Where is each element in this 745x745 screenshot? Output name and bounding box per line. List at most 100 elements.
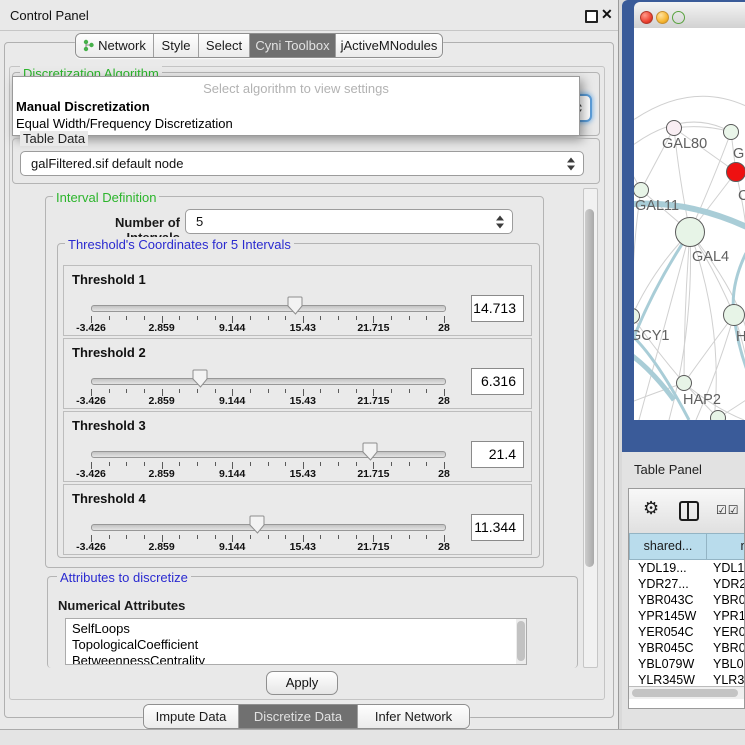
slider-tick-label: 28 xyxy=(438,395,450,407)
network-node[interactable] xyxy=(666,120,682,136)
table-cell: YDL19... xyxy=(638,560,687,576)
close-icon[interactable]: ✕ xyxy=(601,6,613,23)
network-node-label: GCY1 xyxy=(634,328,670,344)
horizontal-scrollbar[interactable] xyxy=(629,686,744,699)
attribute-list-item[interactable]: SelfLoops xyxy=(72,621,526,637)
table-row[interactable]: YER054CYER0 xyxy=(629,624,745,640)
threshold-value-field[interactable]: 6.316 xyxy=(471,368,524,395)
column-header-name[interactable]: n xyxy=(706,533,745,560)
table-row[interactable]: YBL079WYBL0 xyxy=(629,656,745,672)
slider-tick xyxy=(179,316,180,320)
control-panel-window: Control Panel ✕ Network Style Select Cyn… xyxy=(0,0,619,729)
interval-definition-title: Interval Definition xyxy=(53,190,159,205)
gear-icon[interactable]: ⚙ xyxy=(643,498,659,519)
dropdown-hint-item[interactable]: Select algorithm to view settings xyxy=(13,81,579,96)
dropdown-option-manual[interactable]: Manual Discretization xyxy=(16,99,150,114)
network-node-label: H xyxy=(736,329,745,345)
tab-cyni-toolbox[interactable]: Cyni Toolbox xyxy=(250,34,336,57)
network-node[interactable] xyxy=(710,410,726,420)
tab-network[interactable]: Network xyxy=(76,34,154,57)
slider-tick xyxy=(285,462,286,466)
slider-tick xyxy=(109,389,110,393)
slider-tick-label: 21.715 xyxy=(357,322,389,334)
slider-tick xyxy=(320,535,321,539)
slider-tick-label: 15.43 xyxy=(290,541,316,553)
dropdown-option-equal-width[interactable]: Equal Width/Frequency Discretization xyxy=(16,116,233,131)
network-node[interactable] xyxy=(723,304,745,326)
slider-tick xyxy=(215,316,216,320)
number-of-intervals-combobox[interactable]: 5 xyxy=(185,209,513,234)
table-toolbar: ⚙ ☑☑ xyxy=(629,489,744,534)
slider-tick-label: 21.715 xyxy=(357,395,389,407)
network-node[interactable] xyxy=(676,375,692,391)
table-row[interactable]: YDR27...YDR2 xyxy=(629,576,745,592)
vertical-scrollbar[interactable] xyxy=(583,188,598,668)
tab-infer-network[interactable]: Infer Network xyxy=(358,705,469,728)
table-row[interactable]: YPR145WYPR1 xyxy=(629,608,745,624)
threshold-value-field[interactable]: 21.4 xyxy=(471,441,524,468)
slider-track[interactable] xyxy=(91,451,446,458)
slider-tick xyxy=(250,316,251,320)
table-panel-title: Table Panel xyxy=(634,462,702,477)
network-window-titlebar xyxy=(634,2,745,29)
slider-tick-label: 15.43 xyxy=(290,395,316,407)
scrollbar-thumb[interactable] xyxy=(585,209,594,567)
close-traffic-light[interactable] xyxy=(640,11,653,24)
slider-tick-label: 2.859 xyxy=(148,468,174,480)
table-data-combobox[interactable]: galFiltered.sif default node xyxy=(20,151,584,176)
slider-tick xyxy=(320,316,321,320)
tab-style[interactable]: Style xyxy=(154,34,199,57)
network-node[interactable] xyxy=(675,217,705,247)
network-icon xyxy=(83,39,94,52)
slider-tick xyxy=(409,462,410,466)
zoom-traffic-light[interactable] xyxy=(672,11,685,24)
slider-thumb[interactable] xyxy=(249,515,265,534)
tab-jactivemnodules[interactable]: jActiveMNodules xyxy=(336,34,442,57)
select-checkboxes-icon[interactable]: ☑☑ xyxy=(716,503,740,517)
scrollbar-thumb[interactable] xyxy=(517,621,525,661)
slider-thumb[interactable] xyxy=(192,369,208,388)
status-strip xyxy=(0,729,745,745)
minimize-traffic-light[interactable] xyxy=(656,11,669,24)
slider-tick xyxy=(215,389,216,393)
network-node-label: G. xyxy=(733,146,745,162)
attribute-list-item[interactable]: TopologicalCoefficient xyxy=(72,637,526,653)
attributes-list-scrollbar[interactable] xyxy=(516,619,526,664)
slider-tick xyxy=(126,535,127,539)
float-window-icon[interactable] xyxy=(585,10,598,23)
slider-tick xyxy=(268,389,269,393)
network-canvas[interactable]: GAL80G.CGAL11GAL4GCY1HHAP2 xyxy=(634,28,745,420)
tab-select[interactable]: Select xyxy=(199,34,250,57)
table-row[interactable]: YLR345WYLR3 xyxy=(629,672,745,686)
slider-tick xyxy=(126,316,127,320)
slider-tick xyxy=(250,462,251,466)
threshold-value-field[interactable]: 14.713 xyxy=(471,295,524,322)
slider-tick xyxy=(426,389,427,393)
split-columns-icon[interactable] xyxy=(679,501,699,521)
table-rows: YDL19...YDL1YDR27...YDR2YBR043CYBR0YPR14… xyxy=(629,560,745,686)
column-header-shared[interactable]: shared... xyxy=(629,533,707,560)
table-row[interactable]: YDL19...YDL1 xyxy=(629,560,745,576)
apply-button[interactable]: Apply xyxy=(266,671,338,695)
threshold-value-field[interactable]: 11.344 xyxy=(471,514,524,541)
table-row[interactable]: YBR045CYBR0 xyxy=(629,640,745,656)
attribute-list-item[interactable]: BetweennessCentrality xyxy=(72,653,526,665)
slider-tick xyxy=(409,535,410,539)
tab-impute-data[interactable]: Impute Data xyxy=(144,705,239,728)
slider-track[interactable] xyxy=(91,378,446,385)
slider-thumb[interactable] xyxy=(287,296,303,315)
slider-track[interactable] xyxy=(91,524,446,531)
slider-tick-label: -3.426 xyxy=(76,395,106,407)
network-node[interactable] xyxy=(726,162,745,182)
table-row[interactable]: YBR043CYBR0 xyxy=(629,592,745,608)
slider-thumb[interactable] xyxy=(362,442,378,461)
network-node[interactable] xyxy=(723,124,739,140)
slider-track[interactable] xyxy=(91,305,446,312)
slider-tick xyxy=(391,316,392,320)
slider-tick xyxy=(391,535,392,539)
slider-tick-label: 21.715 xyxy=(357,541,389,553)
tab-discretize-data[interactable]: Discretize Data xyxy=(239,705,358,728)
scrollbar-thumb[interactable] xyxy=(632,689,738,697)
slider-tick xyxy=(197,316,198,320)
slider-tick xyxy=(285,389,286,393)
